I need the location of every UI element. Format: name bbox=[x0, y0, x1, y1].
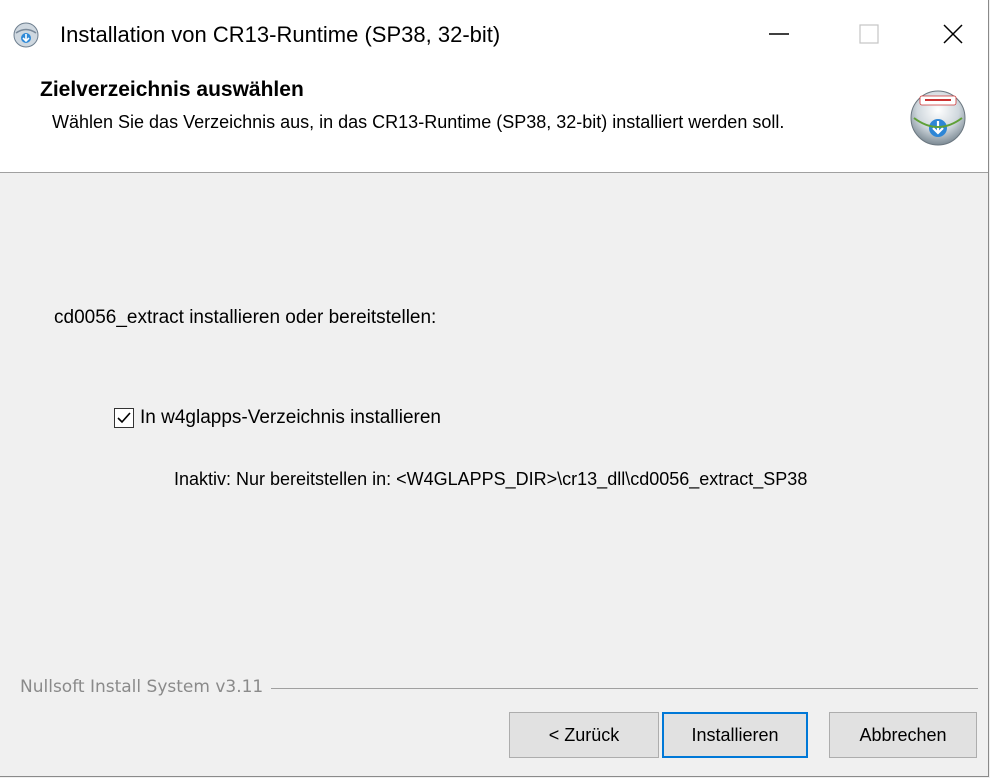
install-to-w4glapps-checkbox[interactable]: In w4glapps-Verzeichnis installieren bbox=[114, 407, 441, 429]
deploy-path-info: Inaktiv: Nur bereitstellen in: <W4GLAPPS… bbox=[174, 469, 808, 489]
close-icon bbox=[943, 24, 963, 44]
page-title: Zielverzeichnis auswählen bbox=[40, 78, 304, 101]
back-button[interactable]: < Zurück bbox=[509, 712, 659, 758]
checkmark-icon bbox=[117, 412, 131, 424]
maximize-button bbox=[824, 0, 914, 68]
install-button[interactable]: Installieren bbox=[662, 712, 808, 758]
installer-disk-icon bbox=[908, 84, 968, 148]
page-header: Zielverzeichnis auswählen Wählen Sie das… bbox=[0, 68, 988, 173]
minimize-button[interactable] bbox=[734, 0, 824, 68]
content-area: cd0056_extract installieren oder bereits… bbox=[0, 173, 988, 663]
window-title: Installation von CR13-Runtime (SP38, 32-… bbox=[60, 22, 501, 47]
maximize-icon bbox=[859, 24, 879, 44]
page-subtitle: Wählen Sie das Verzeichnis aus, in das C… bbox=[52, 112, 785, 132]
close-button[interactable] bbox=[908, 0, 988, 68]
installer-window: Installation von CR13-Runtime (SP38, 32-… bbox=[0, 0, 989, 777]
installer-globe-icon bbox=[13, 22, 39, 48]
checkbox-box[interactable] bbox=[114, 408, 134, 428]
cancel-button[interactable]: Abbrechen bbox=[829, 712, 977, 758]
title-bar[interactable]: Installation von CR13-Runtime (SP38, 32-… bbox=[0, 0, 988, 68]
checkbox-label[interactable]: In w4glapps-Verzeichnis installieren bbox=[140, 407, 441, 429]
intro-label: cd0056_extract installieren oder bereits… bbox=[54, 307, 437, 328]
minimize-icon bbox=[769, 33, 789, 35]
branding-label: Nullsoft Install System v3.11 bbox=[20, 677, 272, 697]
